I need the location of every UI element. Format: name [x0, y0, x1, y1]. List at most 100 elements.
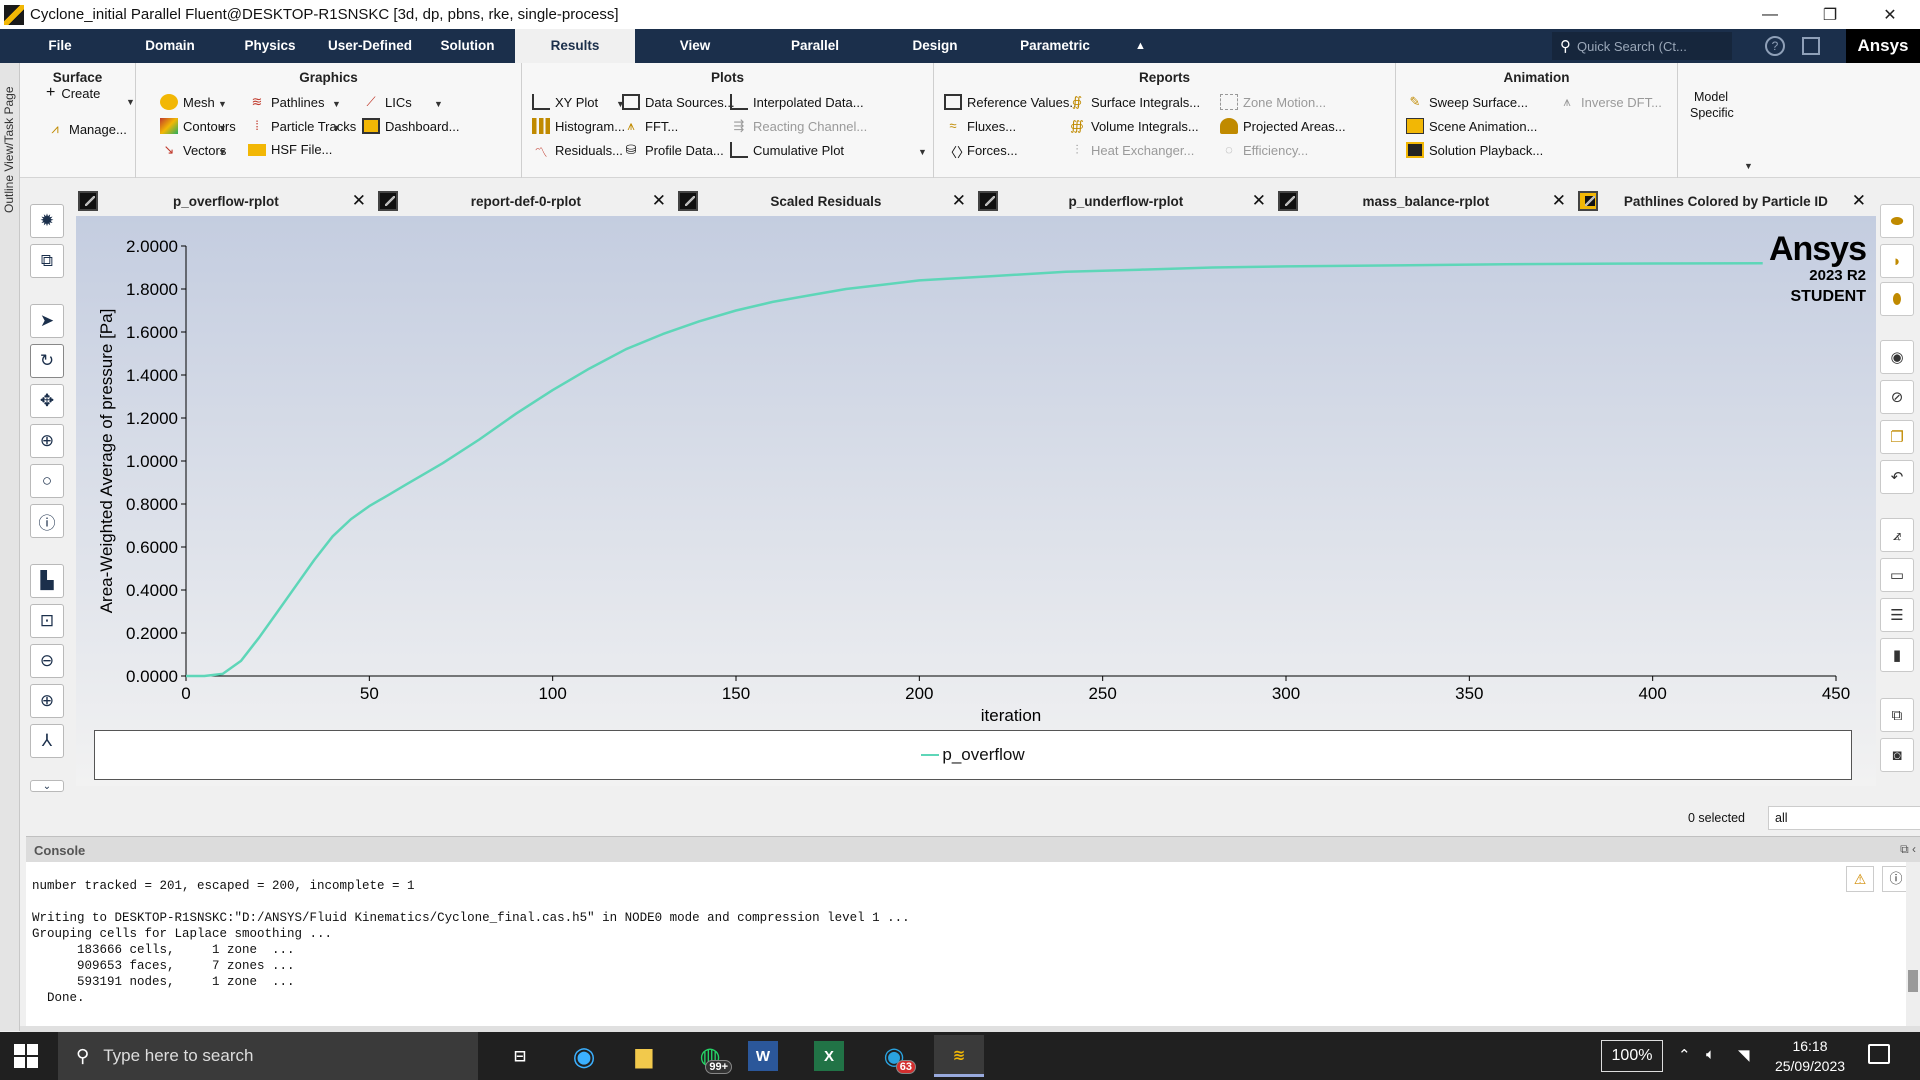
copy-image-icon[interactable]: ⧉: [1880, 698, 1914, 732]
view-front-icon[interactable]: ⬬: [1880, 204, 1914, 238]
inverse-dft-button[interactable]: ⩚ Inverse DFT...: [1558, 94, 1662, 110]
layout-icon[interactable]: [1802, 37, 1820, 55]
zone-motion-button[interactable]: Zone Motion...: [1220, 94, 1326, 110]
transparency-icon[interactable]: ❐: [1880, 420, 1914, 454]
cumulative-plot-button[interactable]: Cumulative Plot: [730, 142, 844, 158]
menu-tab-physics[interactable]: Physics: [220, 29, 320, 63]
rotate-icon[interactable]: ↻: [30, 344, 64, 378]
help-icon[interactable]: ?: [1765, 36, 1785, 56]
graphics-window[interactable]: 0 50 100 150 200 250 300 350 400 450 0.0000 0.2000 0…: [76, 216, 1876, 786]
xy-plot-button[interactable]: XY Plot: [532, 94, 598, 110]
menu-tab-solution[interactable]: Solution: [420, 29, 515, 63]
word-icon[interactable]: W: [748, 1041, 778, 1071]
wifi-icon[interactable]: ◥: [1738, 1046, 1750, 1064]
scene-animation-button[interactable]: Scene Animation...: [1406, 118, 1537, 134]
axes-triad-icon[interactable]: ⅄: [30, 724, 64, 758]
view-side-icon[interactable]: ◗: [1880, 244, 1914, 278]
fluxes-button[interactable]: ≈ Fluxes...: [944, 118, 1016, 134]
vectors-dropdown-icon[interactable]: ▼: [218, 147, 227, 157]
console-scrollbar[interactable]: [1906, 862, 1920, 1026]
view-orient-icon[interactable]: ✹: [30, 204, 64, 238]
dashboard-button[interactable]: Dashboard...: [362, 118, 459, 134]
pan-icon[interactable]: ✥: [30, 384, 64, 418]
efficiency-button[interactable]: ◌ Efficiency...: [1220, 142, 1308, 158]
model-specific-dropdown-icon[interactable]: ▼: [1744, 161, 1753, 171]
reacting-channel-button[interactable]: ⇶ Reacting Channel...: [730, 118, 868, 134]
tab-pathlines-colored[interactable]: Pathlines Colored by Particle ID ✕: [1578, 186, 1866, 216]
telegram-icon[interactable]: ◉ 63: [872, 1038, 916, 1074]
heat-exchanger-button[interactable]: ⫶ Heat Exchanger...: [1068, 142, 1194, 158]
task-view-icon[interactable]: ⊟: [498, 1038, 542, 1074]
lics-dropdown-icon[interactable]: ▼: [434, 99, 443, 109]
menu-tab-design[interactable]: Design: [875, 29, 995, 63]
data-sources-button[interactable]: Data Sources...: [622, 94, 735, 110]
axis-plot-icon[interactable]: ▙: [30, 564, 64, 598]
expand-toolbar-icon[interactable]: ⌄: [30, 780, 64, 792]
contours-dropdown-icon[interactable]: ▼: [218, 123, 227, 133]
volume-integrals-button[interactable]: ∰ Volume Integrals...: [1068, 118, 1199, 134]
tab-mass-balance-rplot[interactable]: mass_balance-rplot ✕: [1278, 186, 1566, 216]
tray-chevron-up-icon[interactable]: ⌃: [1678, 1046, 1691, 1064]
tab-scaled-residuals[interactable]: Scaled Residuals ✕: [678, 186, 966, 216]
collapse-ribbon-icon[interactable]: ▲: [1135, 40, 1146, 52]
tab-report-def-0-rplot[interactable]: report-def-0-rplot ✕: [378, 186, 666, 216]
create-dropdown-icon[interactable]: ▼: [126, 97, 135, 107]
copy-view-icon[interactable]: ⧉: [30, 244, 64, 278]
ribbon-group-model-specific[interactable]: Model Specific ▼: [1678, 63, 1768, 178]
fft-button[interactable]: ⩚ FFT...: [622, 118, 678, 134]
notes-icon[interactable]: ☰: [1880, 598, 1914, 632]
whatsapp-icon[interactable]: ◍ 99+: [688, 1038, 732, 1074]
close-tab-icon[interactable]: ✕: [952, 191, 966, 211]
menu-tab-view[interactable]: View: [635, 29, 755, 63]
scrollbar-thumb[interactable]: [1908, 970, 1918, 992]
show-hide-icon[interactable]: ◉: [1880, 340, 1914, 374]
colormap-icon[interactable]: ▮: [1880, 638, 1914, 672]
particle-tracks-dropdown-icon[interactable]: ▼: [332, 123, 341, 133]
quick-search-input[interactable]: ⚲ Quick Search (Ct...: [1552, 32, 1732, 60]
surface-integrals-button[interactable]: ∯ Surface Integrals...: [1068, 94, 1200, 110]
close-tab-icon[interactable]: ✕: [652, 191, 666, 211]
projected-areas-button[interactable]: Projected Areas...: [1220, 118, 1346, 134]
hsf-file-button[interactable]: HSF File...: [248, 142, 332, 157]
close-tab-icon[interactable]: ✕: [1252, 191, 1266, 211]
tab-p-overflow-rplot[interactable]: p_overflow-rplot ✕: [78, 186, 366, 216]
cumulative-plot-dropdown-icon[interactable]: ▼: [918, 147, 927, 157]
fluent-taskbar-icon[interactable]: ≋: [934, 1035, 984, 1077]
profile-data-button[interactable]: ⛁ Profile Data...: [622, 142, 724, 158]
save-picture-icon[interactable]: ◙: [1880, 738, 1914, 772]
fit-to-window-icon[interactable]: ⊡: [30, 604, 64, 638]
probe-icon[interactable]: ⓘ: [30, 504, 64, 538]
volume-icon[interactable]: 🔈︎: [1706, 1046, 1715, 1063]
close-tab-icon[interactable]: ✕: [1852, 191, 1866, 211]
zoom-to-area-icon[interactable]: ○: [30, 464, 64, 498]
residuals-button[interactable]: 〽 Residuals...: [532, 142, 622, 161]
outline-view-strip[interactable]: Outline View/Task Page: [0, 63, 20, 1031]
restore-button[interactable]: ❐: [1800, 0, 1860, 29]
zoom-in-out-icon[interactable]: ⊕: [30, 424, 64, 458]
reference-values-button[interactable]: Reference Values...: [944, 94, 1080, 110]
zoom-in-icon[interactable]: ⊕: [30, 684, 64, 718]
sweep-surface-button[interactable]: ✎ Sweep Surface...: [1406, 94, 1528, 110]
menu-tab-parametric[interactable]: Parametric: [995, 29, 1115, 63]
forces-button[interactable]: 〈〉 Forces...: [944, 142, 1018, 161]
mesh-button[interactable]: Mesh: [160, 94, 215, 110]
solution-playback-button[interactable]: Solution Playback...: [1406, 142, 1543, 158]
edge-browser-icon[interactable]: ◉: [562, 1038, 606, 1074]
pointer-icon[interactable]: ➤: [30, 304, 64, 338]
mesh-dropdown-icon[interactable]: ▼: [218, 99, 227, 109]
plot-axes-icon[interactable]: ⦨: [1880, 518, 1914, 552]
tab-p-underflow-rplot[interactable]: p_underflow-rplot ✕: [978, 186, 1266, 216]
close-window-button[interactable]: ✕: [1860, 0, 1920, 29]
close-tab-icon[interactable]: ✕: [352, 191, 366, 211]
pathlines-dropdown-icon[interactable]: ▼: [332, 99, 341, 109]
excel-icon[interactable]: X: [814, 1041, 844, 1071]
lics-button[interactable]: ⟋ LICs: [362, 94, 411, 110]
notifications-icon[interactable]: [1868, 1044, 1890, 1064]
hide-icon[interactable]: ⊘: [1880, 380, 1914, 414]
taskbar-search-input[interactable]: ⚲ Type here to search: [58, 1032, 478, 1080]
menu-tab-parallel[interactable]: Parallel: [755, 29, 875, 63]
zoom-out-icon[interactable]: ⊖: [30, 644, 64, 678]
interpolated-data-button[interactable]: Interpolated Data...: [730, 94, 864, 110]
histogram-button[interactable]: Histogram...: [532, 118, 625, 134]
undo-view-icon[interactable]: ↶: [1880, 460, 1914, 494]
